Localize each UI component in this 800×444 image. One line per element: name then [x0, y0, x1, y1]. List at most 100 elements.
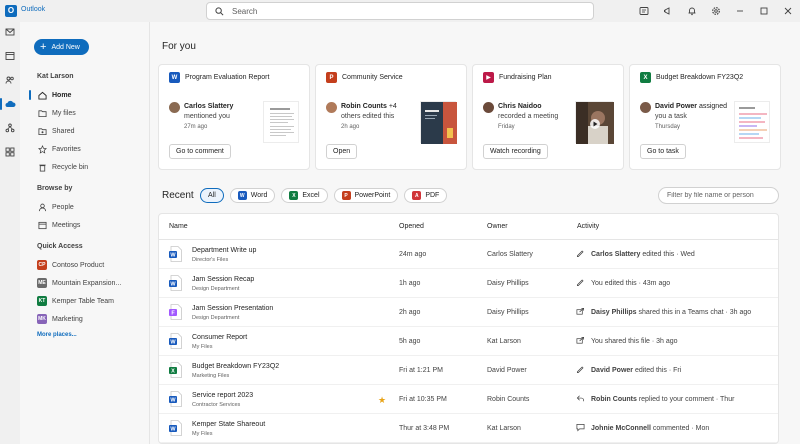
activity-text: Robin Counts replied to your comment · T… — [591, 396, 734, 403]
avatar — [169, 102, 180, 113]
spreadsheet-thumbnail — [734, 101, 770, 143]
filter-input[interactable] — [667, 192, 775, 199]
shared-icon — [37, 126, 47, 136]
megaphone-icon[interactable] — [656, 0, 680, 22]
file-location: My Files — [192, 431, 213, 437]
activity-detail: shared this in a Teams chat · 3h ago — [636, 309, 752, 316]
for-you-card[interactable]: ▶ Fundraising Plan Chris Naidoo recorded … — [472, 64, 624, 170]
main-content: For you W Program Evaluation Report Carlo… — [150, 22, 800, 444]
open-button[interactable]: Open — [326, 144, 358, 159]
column-header-name[interactable]: Name — [169, 223, 188, 230]
card-time: Thursday — [655, 124, 681, 130]
table-row[interactable]: W Jam Session Recap Design Department 1h ag… — [159, 269, 778, 298]
sidebar-item-favorites[interactable]: Favorites — [37, 141, 147, 157]
quick-access-marketing[interactable]: MK Marketing — [37, 311, 147, 327]
sidebar-item-home[interactable]: Home — [29, 87, 147, 103]
excel-file-icon: X — [640, 72, 651, 83]
owner-name: Kat Larson — [487, 338, 521, 345]
apps-grid-icon[interactable] — [0, 140, 20, 164]
calendar-icon[interactable] — [0, 44, 20, 68]
quick-access-mountain-expansion[interactable]: ME Mountain Expansion... — [37, 275, 147, 291]
activity-detail: replied to your comment · Thur — [636, 396, 735, 403]
plus-icon: + — [40, 40, 47, 53]
quick-access-kemper-table-team[interactable]: KT Kemper Table Team — [37, 293, 147, 309]
person-name: David Power — [655, 103, 698, 110]
quick-access-contoso-product[interactable]: CP Contoso Product — [37, 257, 147, 273]
add-new-label: Add New — [51, 43, 80, 51]
site-avatar: ME — [37, 278, 47, 288]
table-row[interactable]: W Consumer Report My Files 5h ago Kat Larson… — [159, 327, 778, 356]
file-name[interactable]: Budget Breakdown FY23Q2 — [192, 363, 279, 370]
sidebar-item-recycle-bin[interactable]: Recycle bin — [37, 159, 147, 175]
edit-icon — [576, 279, 584, 287]
file-name[interactable]: Jam Session Presentation — [192, 305, 273, 312]
svg-text:W: W — [170, 282, 176, 288]
activity-text: You shared this file · 3h ago — [591, 338, 678, 345]
table-row[interactable]: W Service report 2023 Contractor Services ★… — [159, 385, 778, 414]
bell-icon[interactable] — [680, 0, 704, 22]
file-type-filters: All W Word X Excel P PowerPoint A PDF — [200, 188, 453, 203]
maximize-icon[interactable] — [752, 0, 776, 22]
filter-powerpoint-chip[interactable]: P PowerPoint — [333, 188, 399, 203]
filter-word-chip[interactable]: W Word — [229, 188, 276, 203]
file-name[interactable]: Kemper State Shareout — [192, 421, 265, 428]
for-you-card[interactable]: X Budget Breakdown FY23Q2 David Power ass… — [629, 64, 781, 170]
file-location: Contractor Services — [192, 402, 241, 408]
mail-icon[interactable] — [0, 20, 20, 44]
chip-label: All — [208, 192, 216, 199]
minimize-icon[interactable] — [728, 0, 752, 22]
sidebar-item-label: My files — [52, 109, 76, 117]
app-rail — [0, 22, 20, 444]
site-avatar: MK — [37, 314, 47, 324]
people-icon[interactable] — [0, 68, 20, 92]
filter-box[interactable] — [658, 187, 779, 204]
for-you-card[interactable]: W Program Evaluation Report Carlos Slatte… — [158, 64, 310, 170]
search-box[interactable] — [206, 2, 594, 20]
sidebar-item-label: Mountain Expansion... — [52, 279, 122, 287]
onedrive-cloud-icon[interactable] — [0, 92, 20, 116]
opened-time: 5h ago — [399, 338, 421, 345]
recent-files-table: Name Opened Owner Activity W Department W… — [158, 213, 779, 444]
settings-gear-icon[interactable] — [704, 0, 728, 22]
activity-person: Johnie McConnell — [591, 425, 651, 432]
card-file-name: Program Evaluation Report — [185, 74, 270, 81]
notes-icon[interactable] — [632, 0, 656, 22]
star-icon[interactable]: ★ — [378, 395, 386, 406]
column-header-activity[interactable]: Activity — [577, 223, 599, 230]
org-chart-icon[interactable] — [0, 116, 20, 140]
search-input[interactable] — [232, 6, 572, 16]
filter-excel-chip[interactable]: X Excel — [281, 188, 328, 203]
more-places-link[interactable]: More places... — [37, 332, 77, 338]
file-location: Design Department — [192, 286, 240, 292]
column-header-opened[interactable]: Opened — [399, 223, 424, 230]
card-header: ▶ Fundraising Plan — [483, 72, 552, 83]
search-icon — [215, 6, 224, 15]
chip-label: Excel — [302, 192, 320, 199]
column-header-owner[interactable]: Owner — [487, 223, 508, 230]
filter-pdf-chip[interactable]: A PDF — [404, 188, 448, 203]
activity-detail: edited this · Fri — [633, 367, 682, 374]
close-icon[interactable] — [776, 0, 800, 22]
file-name[interactable]: Service report 2023 — [192, 392, 253, 399]
activity-person: Daisy Phillips — [591, 309, 637, 316]
table-row[interactable]: W Kemper State Shareout My Files Thur at 3:… — [159, 414, 778, 443]
file-name[interactable]: Consumer Report — [192, 334, 247, 341]
filter-all-chip[interactable]: All — [200, 188, 224, 203]
opened-time: Thur at 3:48 PM — [399, 425, 450, 432]
table-row[interactable]: F Jam Session Presentation Design Departme… — [159, 298, 778, 327]
table-row[interactable]: X Budget Breakdown FY23Q2 Marketing Files F… — [159, 356, 778, 385]
sidebar-item-meetings[interactable]: Meetings — [37, 217, 147, 233]
calendar-icon — [37, 220, 47, 230]
sidebar-item-people[interactable]: People — [37, 199, 147, 215]
sidebar-item-my-files[interactable]: My files — [37, 105, 147, 121]
table-row[interactable]: W Department Write up Director's Files 24m … — [159, 240, 778, 269]
go-to-comment-button[interactable]: Go to comment — [169, 144, 231, 159]
card-time: 27m ago — [184, 124, 208, 130]
for-you-card[interactable]: P Community Service Robin Counts +4 other… — [315, 64, 467, 170]
file-name[interactable]: Jam Session Recap — [192, 276, 254, 283]
file-name[interactable]: Department Write up — [192, 247, 256, 254]
go-to-task-button[interactable]: Go to task — [640, 144, 686, 159]
add-new-button[interactable]: + Add New — [34, 39, 89, 55]
sidebar-item-shared[interactable]: Shared — [37, 123, 147, 139]
watch-recording-button[interactable]: Watch recording — [483, 144, 548, 159]
